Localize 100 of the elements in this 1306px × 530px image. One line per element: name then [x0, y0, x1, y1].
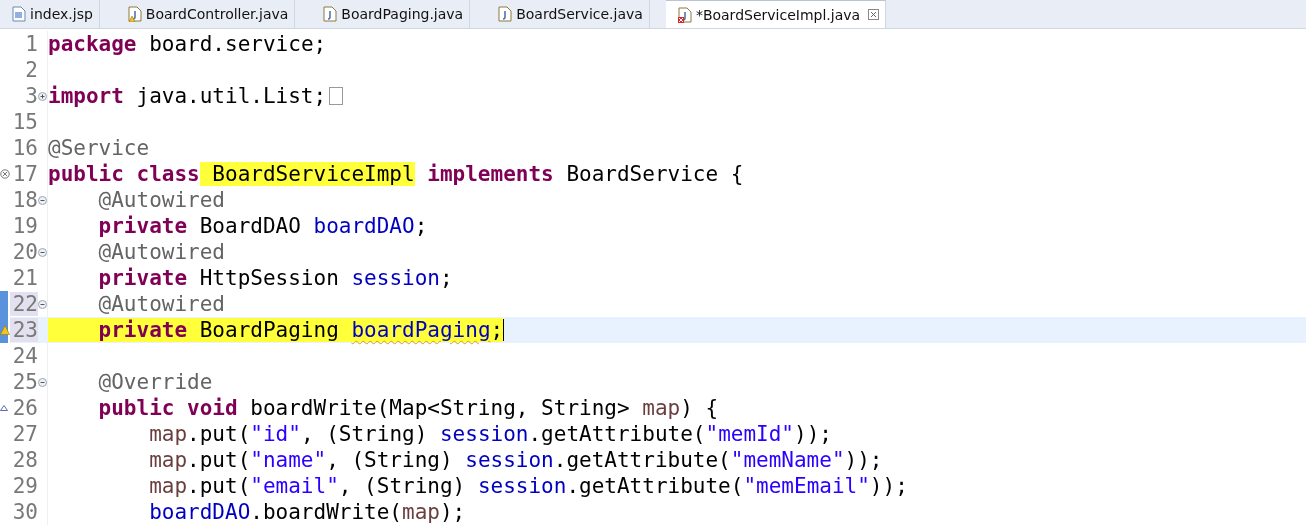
- code-text: , (String): [300, 422, 429, 446]
- line-number: 22: [10, 292, 38, 316]
- java-file-icon: [323, 6, 338, 22]
- tab-label: BoardController.java: [145, 6, 289, 22]
- tab-label: index.jsp: [30, 6, 93, 22]
- line-number: 29: [11, 474, 38, 498]
- line-number: 25: [11, 370, 38, 394]
- line-number: 17: [11, 162, 38, 186]
- keyword: private: [97, 214, 188, 238]
- code-text: .getAttribute(: [566, 474, 744, 498]
- code-text: java.util.List;: [135, 84, 327, 108]
- line-number: 21: [11, 266, 38, 290]
- code-text: BoardDAO: [198, 214, 302, 238]
- editor-tab[interactable]: index.jsp: [0, 0, 100, 28]
- field-name: session: [465, 448, 554, 472]
- code-text: BoardServiceImpl: [199, 162, 415, 186]
- collapse-icon[interactable]: [38, 377, 47, 387]
- keyword: void: [186, 396, 238, 420]
- line-number: 1: [24, 32, 38, 56]
- code-text: ;: [439, 266, 453, 290]
- line-number: 15: [11, 110, 38, 134]
- java-file-icon: [127, 6, 142, 22]
- code-text: );: [439, 500, 466, 524]
- line-number: 26: [11, 396, 38, 420]
- line-number: 18: [11, 188, 38, 212]
- code-text: , (String): [326, 448, 454, 472]
- keyword: import: [48, 84, 124, 108]
- line-number: 24: [11, 344, 38, 368]
- field-name: boardDAO: [148, 500, 251, 524]
- code-text: .getAttribute(: [528, 422, 706, 446]
- override-icon: [0, 405, 8, 411]
- string-literal: "name": [250, 448, 327, 472]
- line-number: 20: [11, 240, 38, 264]
- collapse-icon[interactable]: [38, 195, 47, 205]
- keyword: class: [135, 162, 200, 186]
- parameter-name: map: [402, 500, 440, 524]
- annotation: @Service: [48, 136, 150, 160]
- warning-icon: [0, 325, 10, 335]
- code-text: .put(: [187, 448, 251, 472]
- code-text: BoardPaging: [187, 318, 352, 342]
- code-text: BoardService {: [565, 162, 744, 186]
- java-file-icon: [677, 6, 692, 23]
- annotation: @Autowired: [97, 188, 225, 212]
- tab-label: *BoardServiceImpl.java: [695, 6, 861, 23]
- keyword: public: [48, 162, 124, 186]
- code-text: ) {: [680, 396, 719, 420]
- line-number: 30: [11, 500, 38, 524]
- parameter-name: map: [148, 474, 188, 498]
- line-number: 23: [10, 318, 38, 342]
- code-text: , (String): [338, 474, 467, 498]
- annotation: @Override: [97, 370, 213, 394]
- code-text: .put(: [187, 422, 251, 446]
- line-number: 16: [11, 136, 38, 160]
- code-text: board.service;: [148, 32, 327, 56]
- collapse-icon[interactable]: [38, 299, 47, 309]
- java-file-icon: [498, 6, 513, 22]
- line-number: 28: [11, 448, 38, 472]
- jsp-file-icon: [12, 6, 26, 22]
- code-text: ));: [869, 474, 908, 498]
- string-literal: "memName": [730, 448, 845, 472]
- parameter-name: map: [148, 422, 188, 446]
- field-name: session: [351, 266, 440, 290]
- code-text: boardWrite(Map<String, String>: [249, 396, 631, 420]
- code-text: ));: [844, 448, 883, 472]
- annotation: @Autowired: [97, 240, 225, 264]
- code-text: ));: [794, 422, 832, 446]
- line-number: 27: [11, 422, 38, 446]
- keyword: implements: [426, 162, 554, 186]
- collapse-icon[interactable]: [38, 247, 47, 257]
- line-number: 3: [24, 84, 38, 108]
- string-literal: "email": [250, 474, 339, 498]
- parameter-name: map: [148, 448, 188, 472]
- parameter-name: map: [642, 396, 681, 420]
- string-literal: "memEmail": [743, 474, 870, 498]
- field-name: boardDAO: [313, 214, 415, 238]
- keyword: public: [97, 396, 175, 420]
- keyword: private: [48, 318, 188, 342]
- string-literal: "id": [250, 422, 301, 446]
- error-icon: [0, 169, 10, 179]
- field-name: boardPaging: [351, 318, 491, 342]
- line-number: 19: [11, 214, 38, 238]
- code-text: ;: [414, 214, 428, 238]
- code-text: HttpSession: [198, 266, 340, 290]
- field-name: session: [439, 422, 529, 446]
- string-literal: "memId": [705, 422, 794, 446]
- code-text: .boardWrite(: [250, 500, 402, 524]
- tab-label: BoardService.java: [516, 6, 643, 22]
- line-number: 2: [24, 58, 38, 82]
- field-name: session: [477, 474, 567, 498]
- tab-label: BoardPaging.java: [341, 6, 464, 22]
- editor-tab[interactable]: *BoardServiceImpl.java: [665, 0, 887, 28]
- editor-tab[interactable]: BoardService.java: [486, 0, 650, 28]
- annotation: @Autowired: [97, 292, 225, 316]
- close-icon[interactable]: [868, 9, 880, 20]
- code-text: .put(: [187, 474, 251, 498]
- editor-tab[interactable]: BoardController.java: [115, 0, 296, 28]
- expand-icon[interactable]: [38, 91, 47, 101]
- editor-tab[interactable]: BoardPaging.java: [311, 0, 471, 28]
- keyword: package: [48, 32, 137, 56]
- folded-code-icon[interactable]: [329, 87, 344, 105]
